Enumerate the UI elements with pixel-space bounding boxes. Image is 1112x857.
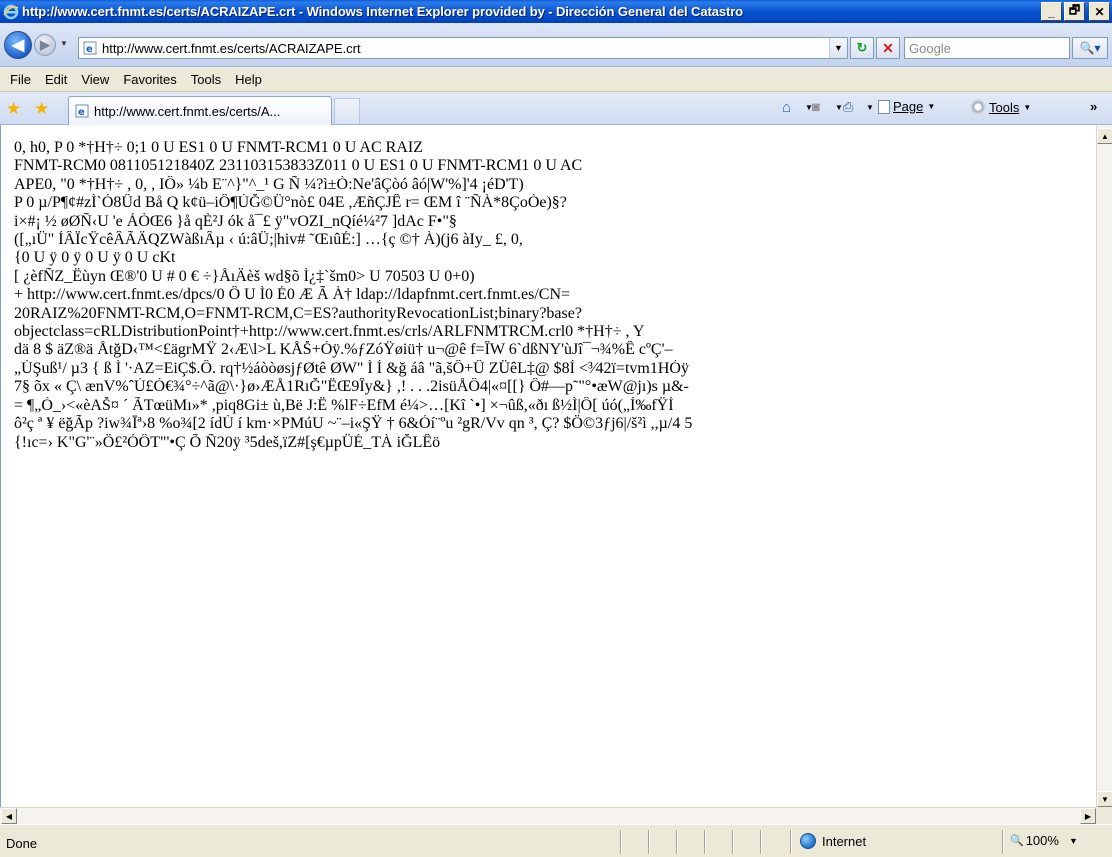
status-divider: [676, 830, 678, 854]
forward-button[interactable]: ▶: [34, 34, 56, 56]
text-line: = ¶„Ó_›<«èAŠ¤ ´ ÃTœüMı»* ,piq8Gi± ù,Bë J…: [14, 396, 674, 414]
menu-file[interactable]: File: [3, 72, 38, 87]
stop-button[interactable]: ✕: [876, 37, 900, 59]
feeds-dropdown-icon[interactable]: ▼: [835, 103, 843, 112]
title-bar: http://www.cert.fnmt.es/certs/ACRAIZAPE.…: [0, 0, 1112, 23]
address-dropdown-icon[interactable]: ▼: [829, 38, 847, 58]
status-divider: [704, 830, 706, 854]
tab-active[interactable]: e http://www.cert.fnmt.es/certs/A...: [68, 96, 332, 125]
zoom-level: 100%: [1025, 833, 1059, 848]
page-content: 0, h0, P 0 *†H†÷ 0;1 0 U ES1 0 U FNMT-RC…: [0, 125, 1096, 807]
recent-pages-dropdown-icon[interactable]: ▼: [60, 39, 68, 48]
text-line: + http://www.cert.fnmt.es/dpcs/0 Ô U Ì0 …: [14, 286, 571, 304]
text-line: {0 U ÿ 0 ÿ 0 U ÿ 0 U cKt: [14, 249, 176, 267]
status-text: Done: [6, 836, 38, 851]
tools-dropdown-icon: ▼: [1023, 102, 1032, 112]
page-icon: [878, 99, 890, 114]
window-controls: _ 🗗 ✕: [1041, 2, 1110, 21]
search-placeholder: Google: [909, 40, 951, 56]
add-to-favorites-icon[interactable]: ★: [34, 99, 49, 119]
window-title: http://www.cert.fnmt.es/certs/ACRAIZAPE.…: [22, 4, 743, 19]
text-line: 7§ õx « Ç\ ænV%ˆÚ£Ó€¾°÷^ã@\·}ø›ÆÅ1RıĞ"ËŒ…: [14, 378, 689, 396]
search-input[interactable]: Google: [904, 37, 1070, 59]
minimize-button[interactable]: _: [1041, 2, 1062, 21]
text-line: ô²ç ª ¥ ëğÃp ?iw¾Īª›8 %o¾[2 ídÙ í km·×PM…: [14, 415, 693, 433]
gear-icon: [970, 99, 986, 115]
close-button[interactable]: ✕: [1089, 2, 1110, 21]
menu-view[interactable]: View: [74, 72, 116, 87]
page-menu-label: Page: [893, 99, 924, 114]
feeds-icon: ◙: [812, 99, 820, 114]
svg-text:e: e: [86, 44, 93, 55]
menu-favorites[interactable]: Favorites: [116, 72, 183, 87]
page-dropdown-icon: ▼: [927, 102, 936, 111]
menu-help[interactable]: Help: [228, 72, 269, 87]
text-line: 20RAIZ%20FNMT-RCM,O=FNMT-RCM,C=ES?author…: [14, 304, 582, 322]
text-line: [ ¿èfÑZ_Ëùyn Œ®'0 U # 0 € ÷}ÅıÄèš wd§õ Ì…: [14, 267, 475, 285]
text-line: APE0, "0 *†H†÷ , 0, , IÔ» ¼b E¨^}"^_¹ G …: [14, 175, 524, 193]
scroll-up-button[interactable]: ▲: [1097, 128, 1112, 144]
certificate-raw-text: 0, h0, P 0 *†H†÷ 0;1 0 U ES1 0 U FNMT-RC…: [1, 125, 1096, 452]
status-divider: [790, 830, 792, 854]
text-line: P 0 µ/P¶¢#zÌ`Ó8Ûd Bå Q k¢ü–iÔ¶ÚĞ©Ü°nò£ 0…: [14, 194, 567, 212]
zoom-dropdown-icon[interactable]: ▼: [1069, 836, 1078, 846]
zoom-control[interactable]: 🔍 100% ▼: [1010, 833, 1078, 848]
address-bar[interactable]: e http://www.cert.fnmt.es/certs/ACRAIZAP…: [78, 37, 848, 59]
menu-bar: File Edit View Favorites Tools Help: [0, 67, 1112, 92]
vertical-scrollbar[interactable]: ▲ ▼: [1096, 125, 1112, 807]
status-divider: [732, 830, 734, 854]
zone-label: Internet: [822, 833, 867, 849]
text-line: FNMT-RCM0 081105121840Z 231103153833Z011…: [14, 157, 583, 175]
text-line: dä 8 $ äZ®ä ÅtğD‹™<£ägrMŸ 2‹Æ\l>L KÅŠ+Óÿ…: [14, 341, 673, 359]
status-divider: [620, 830, 622, 854]
svg-text:e: e: [78, 107, 85, 118]
horizontal-scrollbar[interactable]: ◀ ▶: [0, 807, 1096, 824]
address-input[interactable]: http://www.cert.fnmt.es/certs/ACRAIZAPE.…: [102, 41, 829, 56]
text-line: objectclass=cRLDistributionPoint†+http:/…: [14, 323, 645, 341]
globe-icon: [800, 833, 816, 849]
page-menu-button[interactable]: Page ▼: [878, 99, 935, 114]
text-line: i×#¡ ½ øØÑ‹U 'e ÁÒŒ6 }å qÈ²J ók å¯£ ÿ"vO…: [14, 212, 457, 230]
menu-edit[interactable]: Edit: [38, 72, 74, 87]
tools-menu-label: Tools: [989, 99, 1020, 115]
refresh-button[interactable]: ↻: [850, 37, 874, 59]
text-line: ([„ıÜ" ÍÂÏcŸcêÂÃÄQZWàßıÂµ ‹ ú:âÜ;|hiv# ˜…: [14, 231, 523, 249]
home-button[interactable]: ⌂ ▼: [782, 99, 813, 116]
scrollbar-corner: [1096, 807, 1112, 824]
text-line: „ÙŞuß¹/ µ3 { ß Ì '·AZ=EiÇ$.Ô. rq†½áòòøsj…: [14, 359, 689, 377]
text-line: {!ıc=› K"G'¨»Ö£²ÓÔT"'•Ç Õ Ñ20ÿ ³5deš,ïZ#…: [14, 433, 441, 451]
more-commands-button[interactable]: »: [1090, 99, 1097, 114]
status-divider: [648, 830, 650, 854]
tools-menu-button[interactable]: Tools ▼: [970, 99, 1031, 115]
tab-label: http://www.cert.fnmt.es/certs/A...: [94, 103, 281, 119]
search-button[interactable]: 🔍▾: [1072, 37, 1108, 59]
new-tab-button[interactable]: [334, 98, 360, 124]
maximize-button[interactable]: 🗗: [1064, 2, 1085, 21]
scroll-right-button[interactable]: ▶: [1080, 808, 1096, 824]
back-button[interactable]: ◀: [4, 31, 32, 59]
status-bar: Done Internet 🔍 100% ▼: [0, 824, 1112, 857]
status-divider: [760, 830, 762, 854]
scroll-left-button[interactable]: ◀: [1, 808, 17, 824]
home-icon: ⌂: [782, 99, 792, 116]
print-button[interactable]: ⎙ ▼: [843, 99, 874, 115]
print-dropdown-icon[interactable]: ▼: [866, 103, 874, 112]
ie-logo-icon: [3, 4, 19, 19]
feeds-button[interactable]: ◙ ▼: [812, 99, 843, 115]
status-divider: [1002, 830, 1004, 854]
tab-bar: ★ ★ e http://www.cert.fnmt.es/certs/A...…: [0, 92, 1112, 125]
favorites-center-icon[interactable]: ★: [6, 99, 21, 119]
zoom-icon: 🔍: [1010, 835, 1024, 847]
page-icon: e: [83, 41, 97, 55]
scroll-down-button[interactable]: ▼: [1097, 791, 1112, 807]
menu-tools[interactable]: Tools: [184, 72, 228, 87]
print-icon: ⎙: [843, 99, 854, 114]
page-icon: e: [75, 104, 89, 118]
navigation-bar: ◀ ▶ ▼ e http://www.cert.fnmt.es/certs/AC…: [0, 23, 1112, 67]
text-line: 0, h0, P 0 *†H†÷ 0;1 0 U ES1 0 U FNMT-RC…: [14, 139, 423, 156]
security-zone[interactable]: Internet: [800, 833, 866, 849]
